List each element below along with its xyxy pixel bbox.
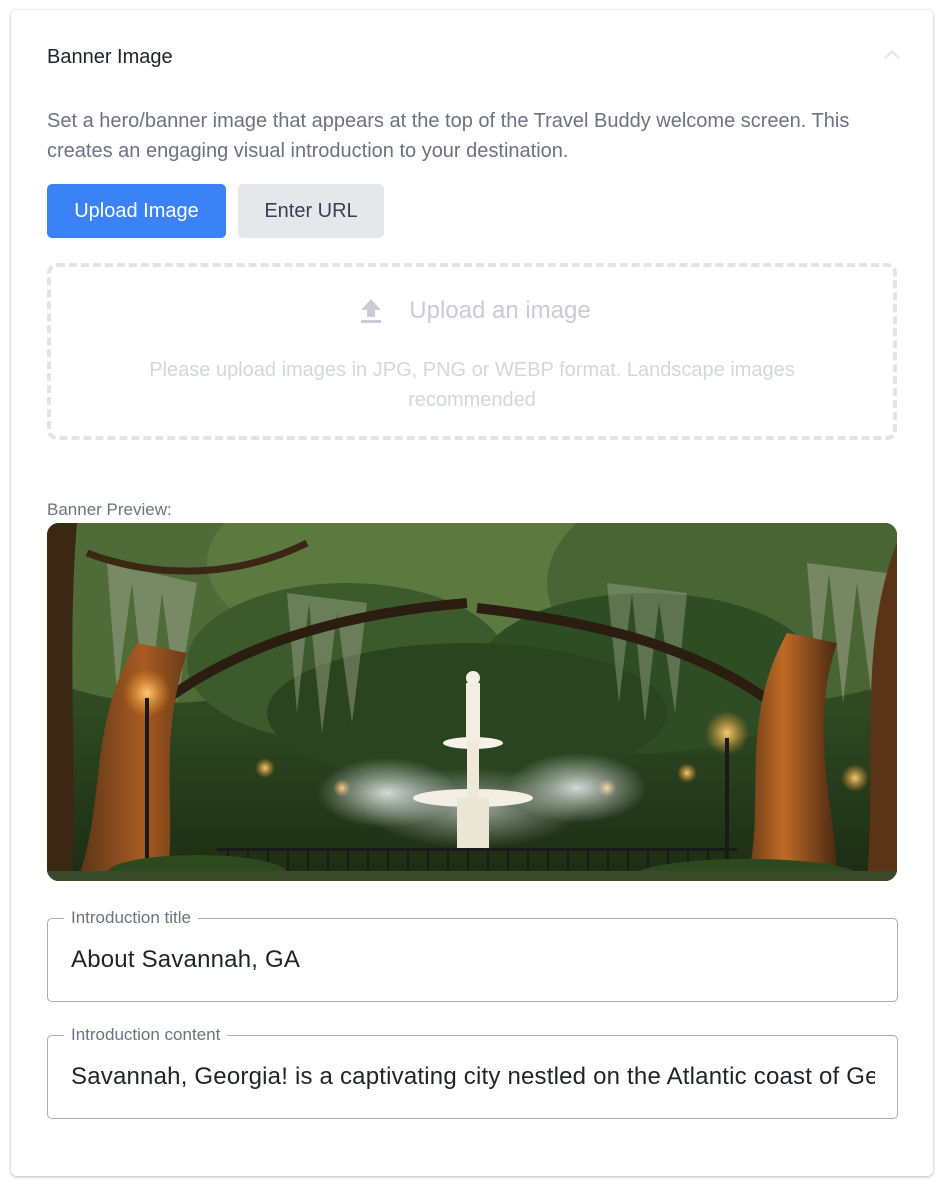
introduction-content-label: Introduction content — [64, 1024, 228, 1046]
banner-preview-label: Banner Preview: — [47, 500, 172, 519]
section-description: Set a hero/banner image that appears at … — [47, 110, 850, 162]
upload-image-button[interactable]: Upload Image — [47, 184, 226, 238]
introduction-title-input[interactable]: About Savannah, GA — [71, 946, 875, 974]
introduction-title-label: Introduction title — [64, 907, 199, 929]
dropzone-hint: Please upload images in JPG, PNG or WEBP… — [149, 359, 795, 411]
section-title[interactable]: Banner Image — [47, 46, 173, 69]
banner-preview-image — [47, 523, 897, 881]
dropzone-title: Upload an image — [409, 297, 591, 324]
introduction-content-input[interactable]: Savannah, Georgia! is a captivating city… — [71, 1063, 875, 1091]
dropzone-title-row: Upload an image — [51, 297, 893, 325]
introduction-title-field[interactable]: Introduction title About Savannah, GA — [47, 907, 898, 1002]
banner-image-card: Banner Image Set a hero/banner image tha… — [11, 10, 933, 1176]
image-dropzone[interactable]: Upload an image Please upload images in … — [47, 263, 897, 440]
introduction-content-field[interactable]: Introduction content Savannah, Georgia! … — [47, 1024, 898, 1119]
chevron-up-icon[interactable] — [881, 44, 903, 66]
upload-icon — [361, 299, 382, 323]
enter-url-button[interactable]: Enter URL — [238, 184, 384, 238]
